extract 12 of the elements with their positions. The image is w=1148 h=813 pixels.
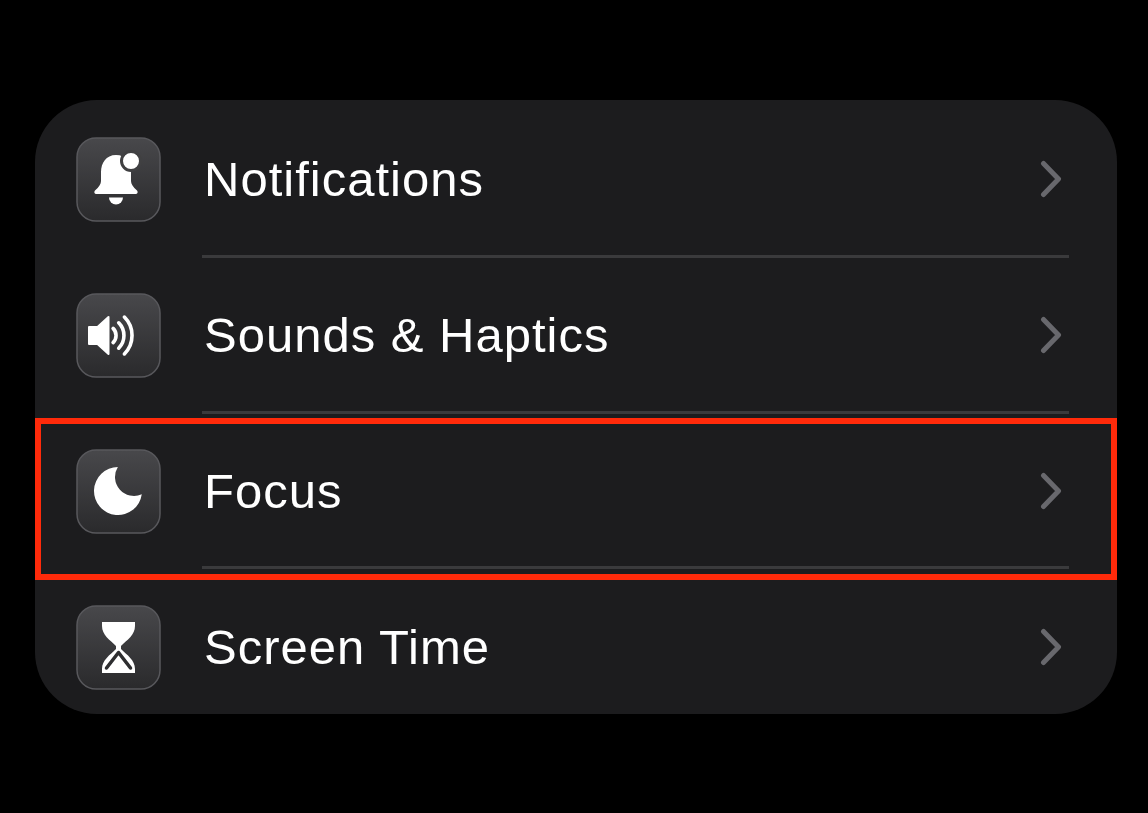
chevron-icon xyxy=(1040,316,1062,354)
speaker-icon xyxy=(76,292,161,378)
chevron-icon xyxy=(1040,160,1062,198)
settings-row[interactable]: Sounds & Haptics xyxy=(35,268,1117,402)
chevron-icon xyxy=(1040,472,1062,510)
moon-icon xyxy=(76,448,161,534)
chevron-icon xyxy=(1040,628,1062,666)
settings-row[interactable]: Notifications xyxy=(35,112,1117,246)
settings-row[interactable]: Screen Time xyxy=(35,580,1117,714)
bell-icon xyxy=(76,136,161,222)
settings-row[interactable]: Focus xyxy=(41,424,1111,558)
hourglass-icon xyxy=(76,604,161,690)
